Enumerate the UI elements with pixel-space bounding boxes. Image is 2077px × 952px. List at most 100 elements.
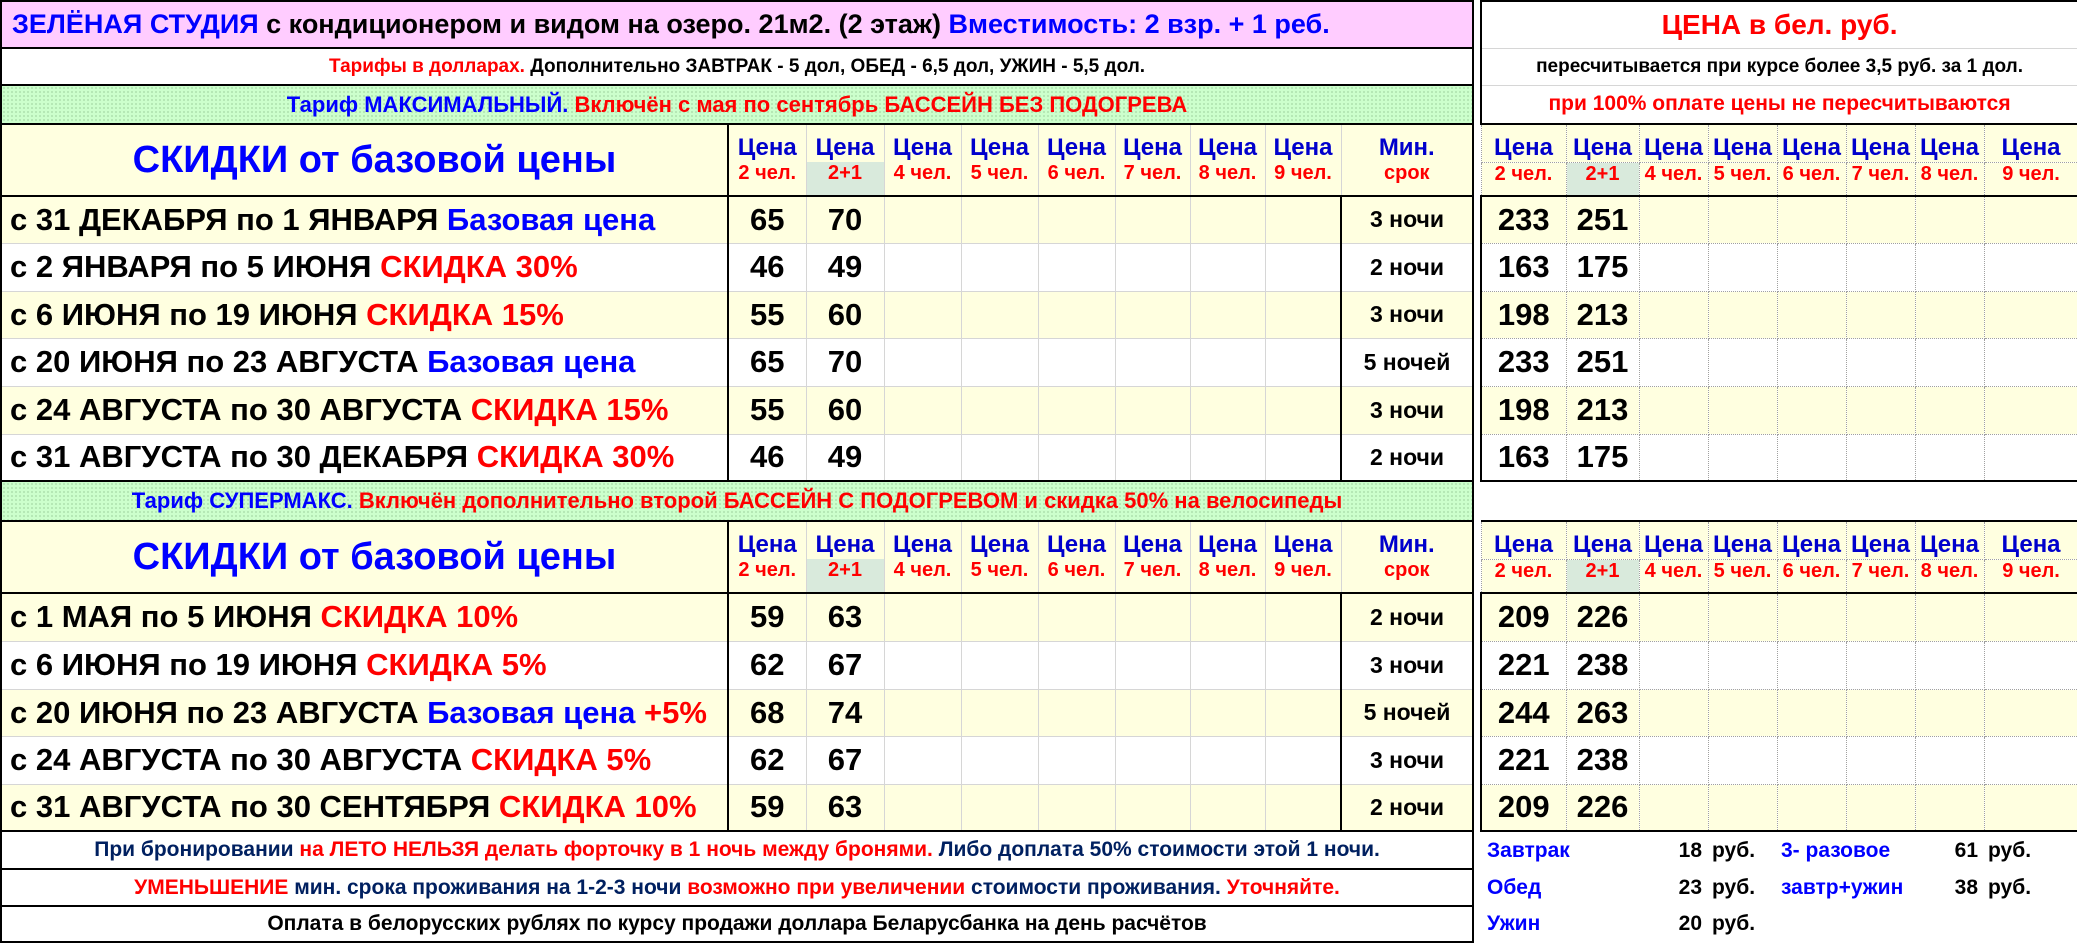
s2-usd-empty xyxy=(960,640,1039,690)
s2-discounts-heading: СКИДКИ от базовой цены xyxy=(0,520,729,594)
s1-byn-empty xyxy=(1776,195,1847,244)
meal-bd-price: 38 xyxy=(1954,875,1978,899)
s1-byn-empty xyxy=(1638,337,1709,387)
s1-usd-empty xyxy=(960,433,1039,482)
meal-unit: руб. xyxy=(1712,912,1756,935)
s1-usd-2-persons: 46 xyxy=(727,242,807,292)
s2-byn-header-bottom: 6 чел. xyxy=(1776,558,1847,594)
s1-byn-2plus1: 213 xyxy=(1565,385,1640,435)
s2-period-label: с 24 АВГУСТА по 30 АВГУСТА СКИДКА 5% xyxy=(0,735,729,785)
s1-byn-empty xyxy=(1776,242,1847,292)
s1-usd-empty xyxy=(960,195,1039,244)
s2-byn-empty xyxy=(1914,688,1985,737)
s2-col-header-bottom: 6 чел. xyxy=(1037,559,1116,594)
s2-byn-empty xyxy=(1845,783,1916,832)
s1-col-header-top: Цена xyxy=(727,123,807,162)
s1-col-header-top: Цена xyxy=(883,123,962,162)
s2-usd-empty xyxy=(883,735,962,785)
s2-usd-empty xyxy=(1264,783,1342,832)
s2-usd-2-persons: 59 xyxy=(727,592,807,642)
s2-usd-empty xyxy=(883,783,962,832)
footer-payment-note: Оплата в белорусских рублях по курсу про… xyxy=(0,905,1475,943)
recalc-note: пересчитывается при курсе более 3,5 руб.… xyxy=(1479,47,2077,86)
s1-byn-2plus1: 175 xyxy=(1565,433,1640,482)
s1-min-stay: 3 ночи xyxy=(1339,195,1475,244)
s2-byn-empty xyxy=(1638,735,1709,785)
s2-byn-empty xyxy=(1707,592,1778,642)
s2-period-label: с 31 АВГУСТА по 30 СЕНТЯБРЯ СКИДКА 10% xyxy=(0,783,729,832)
s2-usd-2-persons: 62 xyxy=(727,735,807,785)
s1-byn-header-top: Цена xyxy=(1638,123,1709,163)
s1-byn-header-bottom: 4 чел. xyxy=(1638,161,1709,197)
s2-usd-empty xyxy=(1114,640,1191,690)
s1-col-header-top: Цена xyxy=(1189,123,1266,162)
s2-usd-empty xyxy=(1189,783,1266,832)
s1-usd-2-persons: 46 xyxy=(727,433,807,482)
s2-byn-empty xyxy=(1707,688,1778,737)
s2-period-label: с 1 МАЯ по 5 ИЮНЯ СКИДКА 10% xyxy=(0,592,729,642)
s1-byn-2-persons: 198 xyxy=(1480,385,1567,435)
s1-byn-empty xyxy=(1914,385,1985,435)
s2-usd-empty xyxy=(1114,783,1191,832)
s1-min-stay: 3 ночи xyxy=(1339,385,1475,435)
s2-usd-empty xyxy=(1114,592,1191,642)
s1-usd-2-persons: 55 xyxy=(727,290,807,339)
s2-col-header-top: Цена xyxy=(960,520,1039,559)
s2-byn-empty xyxy=(1983,688,2077,737)
s1-usd-empty xyxy=(1264,195,1342,244)
s1-min-stay: 2 ночи xyxy=(1339,433,1475,482)
s2-col-header-top: Цена xyxy=(1114,520,1191,559)
s2-usd-empty xyxy=(960,688,1039,737)
meal-unit: руб. xyxy=(1988,838,2032,862)
s1-byn-empty xyxy=(1983,290,2077,339)
s1-byn-2plus1: 251 xyxy=(1565,337,1640,387)
s1-byn-2-persons: 233 xyxy=(1480,195,1567,244)
s1-col-header-top: Цена xyxy=(805,123,885,162)
s2-period-label: с 20 ИЮНЯ по 23 АВГУСТА Базовая цена +5% xyxy=(0,688,729,737)
s2-col-header-bottom: 7 чел. xyxy=(1114,559,1191,594)
s2-usd-empty xyxy=(1037,592,1116,642)
s2-usd-empty xyxy=(1114,688,1191,737)
s2-usd-empty xyxy=(1037,688,1116,737)
s1-byn-2plus1: 251 xyxy=(1565,195,1640,244)
s2-byn-empty xyxy=(1983,592,2077,642)
s1-byn-header-top: Цена xyxy=(1480,123,1567,163)
s1-byn-empty xyxy=(1776,337,1847,387)
s1-usd-empty xyxy=(960,290,1039,339)
s1-usd-empty xyxy=(883,433,962,482)
s2-col-header-top: Цена xyxy=(727,520,807,559)
s1-col-header-top: Цена xyxy=(1264,123,1342,162)
s1-byn-2-persons: 198 xyxy=(1480,290,1567,339)
footer-booking-note: При бронировании на ЛЕТО НЕЛЬЗЯ делать ф… xyxy=(0,830,1475,870)
s1-byn-header-top: Цена xyxy=(1565,123,1640,163)
s1-usd-empty xyxy=(1189,385,1266,435)
s2-usd-empty xyxy=(960,592,1039,642)
s2-usd-empty xyxy=(1037,783,1116,832)
s1-period-label: с 6 ИЮНЯ по 19 ИЮНЯ СКИДКА 15% xyxy=(0,290,729,339)
s1-byn-empty xyxy=(1638,290,1709,339)
s1-usd-empty xyxy=(1037,290,1116,339)
s1-byn-empty xyxy=(1776,433,1847,482)
s1-byn-header-bottom: 6 чел. xyxy=(1776,161,1847,197)
s2-col-header-bottom: 2 чел. xyxy=(727,559,807,594)
s1-byn-empty xyxy=(1845,433,1916,482)
s1-period-label: с 20 ИЮНЯ по 23 АВГУСТА Базовая цена xyxy=(0,337,729,387)
s2-byn-empty xyxy=(1638,688,1709,737)
s1-usd-empty xyxy=(883,337,962,387)
s2-period-label: с 6 ИЮНЯ по 19 ИЮНЯ СКИДКА 5% xyxy=(0,640,729,690)
s1-col-header-bottom: 2 чел. xyxy=(727,162,807,197)
s2-byn-2-persons: 221 xyxy=(1480,735,1567,785)
s1-usd-empty xyxy=(1189,433,1266,482)
s2-byn-2-persons: 244 xyxy=(1480,688,1567,737)
s1-byn-header-top: Цена xyxy=(1707,123,1778,163)
s2-usd-2plus1: 74 xyxy=(805,688,885,737)
s2-usd-empty xyxy=(883,640,962,690)
s2-usd-empty xyxy=(1264,640,1342,690)
s2-col-header-top: Мин. xyxy=(1340,520,1475,559)
s2-byn-header-bottom: 4 чел. xyxy=(1638,558,1709,594)
s2-usd-empty xyxy=(1189,592,1266,642)
right-gap xyxy=(1481,480,2077,521)
no-recalc-note: при 100% оплате цены не пересчитываются xyxy=(1479,84,2077,125)
s1-byn-empty xyxy=(1638,195,1709,244)
s1-period-label: с 2 ЯНВАРЯ по 5 ИЮНЯ СКИДКА 30% xyxy=(0,242,729,292)
